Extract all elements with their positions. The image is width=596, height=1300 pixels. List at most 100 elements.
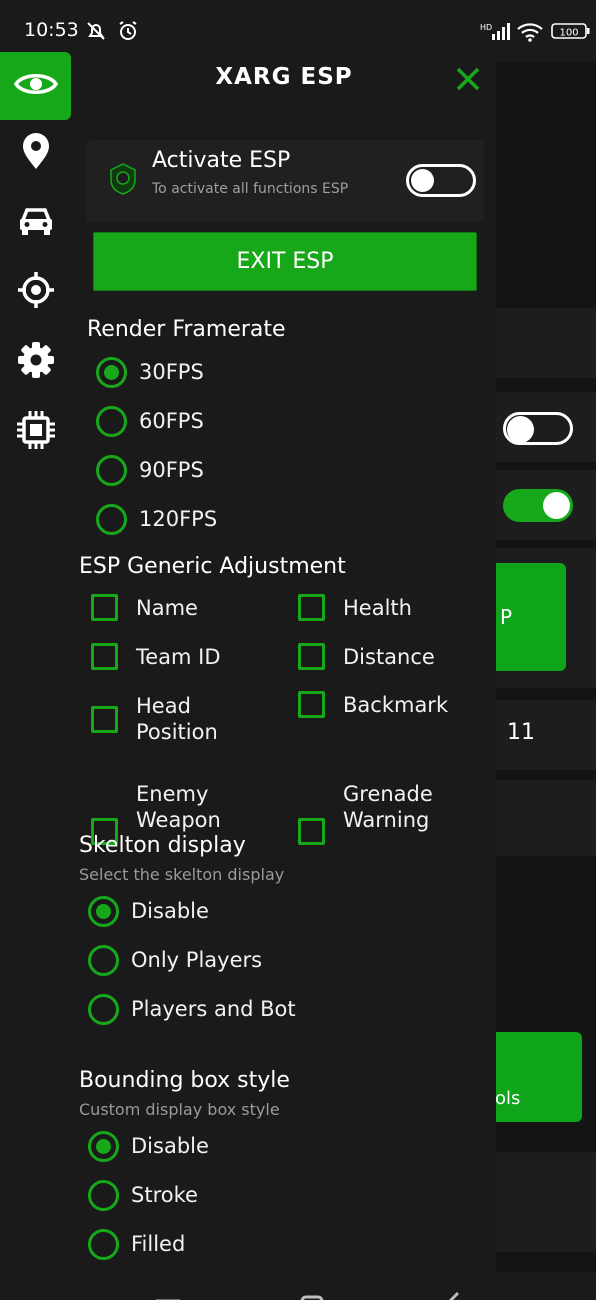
- checkbox-team-id[interactable]: Team ID: [91, 643, 221, 670]
- checkbox-label: Name: [136, 595, 198, 620]
- skeleton-display-title: Skelton display: [79, 833, 246, 858]
- background-tools-button[interactable]: ols: [495, 1032, 582, 1122]
- skeleton-option-players-and-bot[interactable]: Players and Bot: [88, 989, 296, 1029]
- radio-unselected[interactable]: [96, 454, 127, 486]
- nav-location[interactable]: [0, 120, 72, 188]
- background-button-text: P: [500, 605, 513, 629]
- box-option-stroke[interactable]: Stroke: [88, 1175, 198, 1215]
- checkbox[interactable]: [91, 594, 118, 621]
- nav-esp[interactable]: [0, 52, 71, 120]
- background-card: [495, 780, 596, 856]
- nav-vehicle[interactable]: [0, 190, 72, 258]
- close-icon[interactable]: [454, 65, 482, 97]
- checkbox-label: Grenade Warning: [343, 782, 433, 832]
- generic-adjustment-title: ESP Generic Adjustment: [79, 554, 346, 579]
- radio-selected[interactable]: [96, 356, 127, 388]
- checkbox[interactable]: [91, 643, 118, 670]
- fps-option-60[interactable]: 60FPS: [96, 401, 204, 441]
- skeleton-option-only-players[interactable]: Only Players: [88, 940, 262, 980]
- skeleton-display-subtitle: Select the skelton display: [79, 865, 285, 884]
- signal-icon: HD: [480, 22, 510, 46]
- box-option-label: Disable: [131, 1134, 209, 1158]
- back-icon[interactable]: [446, 1288, 462, 1300]
- eye-icon: [13, 69, 58, 103]
- checkbox[interactable]: [91, 705, 118, 733]
- skeleton-option-label: Only Players: [131, 948, 263, 972]
- bounding-box-title: Bounding box style: [79, 1068, 290, 1093]
- radio-selected[interactable]: [88, 895, 119, 927]
- battery-level: 100: [559, 28, 578, 39]
- radio-unselected[interactable]: [96, 503, 127, 535]
- radio-unselected[interactable]: [88, 1228, 119, 1260]
- checkbox[interactable]: [298, 817, 325, 845]
- activate-esp-title: Activate ESP: [152, 148, 291, 173]
- background-green-button[interactable]: P: [495, 563, 566, 671]
- fps-option-label: 30FPS: [139, 360, 204, 384]
- checkbox-grenade-warning[interactable]: Grenade Warning: [298, 782, 453, 857]
- fps-option-90[interactable]: 90FPS: [96, 450, 204, 490]
- bounding-box-subtitle: Custom display box style: [79, 1100, 280, 1119]
- background-card: [495, 1152, 596, 1252]
- fps-option-label: 120FPS: [139, 507, 218, 531]
- location-pin-icon: [18, 132, 54, 176]
- checkbox-name[interactable]: Name: [91, 594, 198, 621]
- checkbox-label: Team ID: [136, 644, 221, 669]
- nav-settings[interactable]: [0, 328, 72, 396]
- checkbox[interactable]: [298, 643, 325, 670]
- network-label: HD: [480, 23, 492, 32]
- system-nav-bar: [0, 1272, 596, 1300]
- chip-icon: [15, 409, 57, 455]
- background-card: 11: [495, 700, 596, 770]
- menu-icon[interactable]: [156, 1292, 180, 1300]
- box-option-disable[interactable]: Disable: [88, 1126, 209, 1166]
- fps-option-120[interactable]: 120FPS: [96, 499, 217, 539]
- wifi-icon: [516, 22, 546, 46]
- nav-aim[interactable]: [0, 258, 72, 326]
- fps-option-label: 90FPS: [139, 458, 204, 482]
- skeleton-option-label: Disable: [131, 899, 209, 923]
- esp-logo-icon: [108, 162, 138, 200]
- checkbox-backmark[interactable]: Backmark: [298, 691, 448, 718]
- box-option-label: Filled: [131, 1232, 186, 1256]
- checkbox-health[interactable]: Health: [298, 594, 412, 621]
- checkbox-label: Backmark: [343, 692, 449, 717]
- radio-unselected[interactable]: [88, 944, 119, 976]
- activate-esp-card: Activate ESP To activate all functions E…: [86, 140, 484, 222]
- background-card: [495, 308, 596, 378]
- car-icon: [17, 206, 55, 242]
- radio-unselected[interactable]: [96, 405, 127, 437]
- radio-unselected[interactable]: [88, 1179, 119, 1211]
- activate-esp-subtitle: To activate all functions ESP: [152, 181, 349, 197]
- checkbox-label: Enemy Weapon: [136, 782, 221, 832]
- fps-option-label: 60FPS: [139, 409, 204, 433]
- box-option-label: Stroke: [131, 1183, 198, 1207]
- battery-icon: 100: [551, 22, 591, 44]
- skeleton-option-disable[interactable]: Disable: [88, 891, 209, 931]
- home-icon[interactable]: [300, 1290, 324, 1300]
- activate-esp-toggle[interactable]: [406, 164, 476, 197]
- background-tools-text: ols: [495, 1088, 521, 1109]
- checkbox[interactable]: [298, 691, 325, 718]
- skeleton-option-label: Players and Bot: [131, 997, 296, 1021]
- nav-chip[interactable]: [0, 398, 72, 466]
- checkbox-label: Health: [343, 595, 412, 620]
- crosshair-icon: [16, 270, 56, 314]
- gear-icon: [16, 340, 56, 384]
- background-value: 11: [507, 720, 535, 745]
- alarm-icon: [116, 19, 140, 47]
- notifications-muted-icon: [84, 19, 108, 47]
- fps-option-30[interactable]: 30FPS: [96, 352, 204, 392]
- box-option-filled[interactable]: Filled: [88, 1224, 185, 1264]
- radio-selected[interactable]: [88, 1130, 119, 1162]
- exit-esp-button[interactable]: EXIT ESP: [93, 232, 477, 291]
- radio-unselected[interactable]: [88, 993, 119, 1025]
- esp-panel: XARG ESP Activate ESP To activate all fu…: [72, 50, 496, 1272]
- checkbox-distance[interactable]: Distance: [298, 643, 435, 670]
- checkbox[interactable]: [298, 594, 325, 621]
- checkbox-label: Head Position: [136, 694, 218, 744]
- checkbox-head-position[interactable]: Head Position: [91, 693, 246, 745]
- checkbox-label: Distance: [343, 644, 435, 669]
- background-toggle-off[interactable]: [503, 412, 573, 445]
- background-toggle-on[interactable]: [503, 489, 573, 522]
- render-framerate-title: Render Framerate: [87, 317, 286, 342]
